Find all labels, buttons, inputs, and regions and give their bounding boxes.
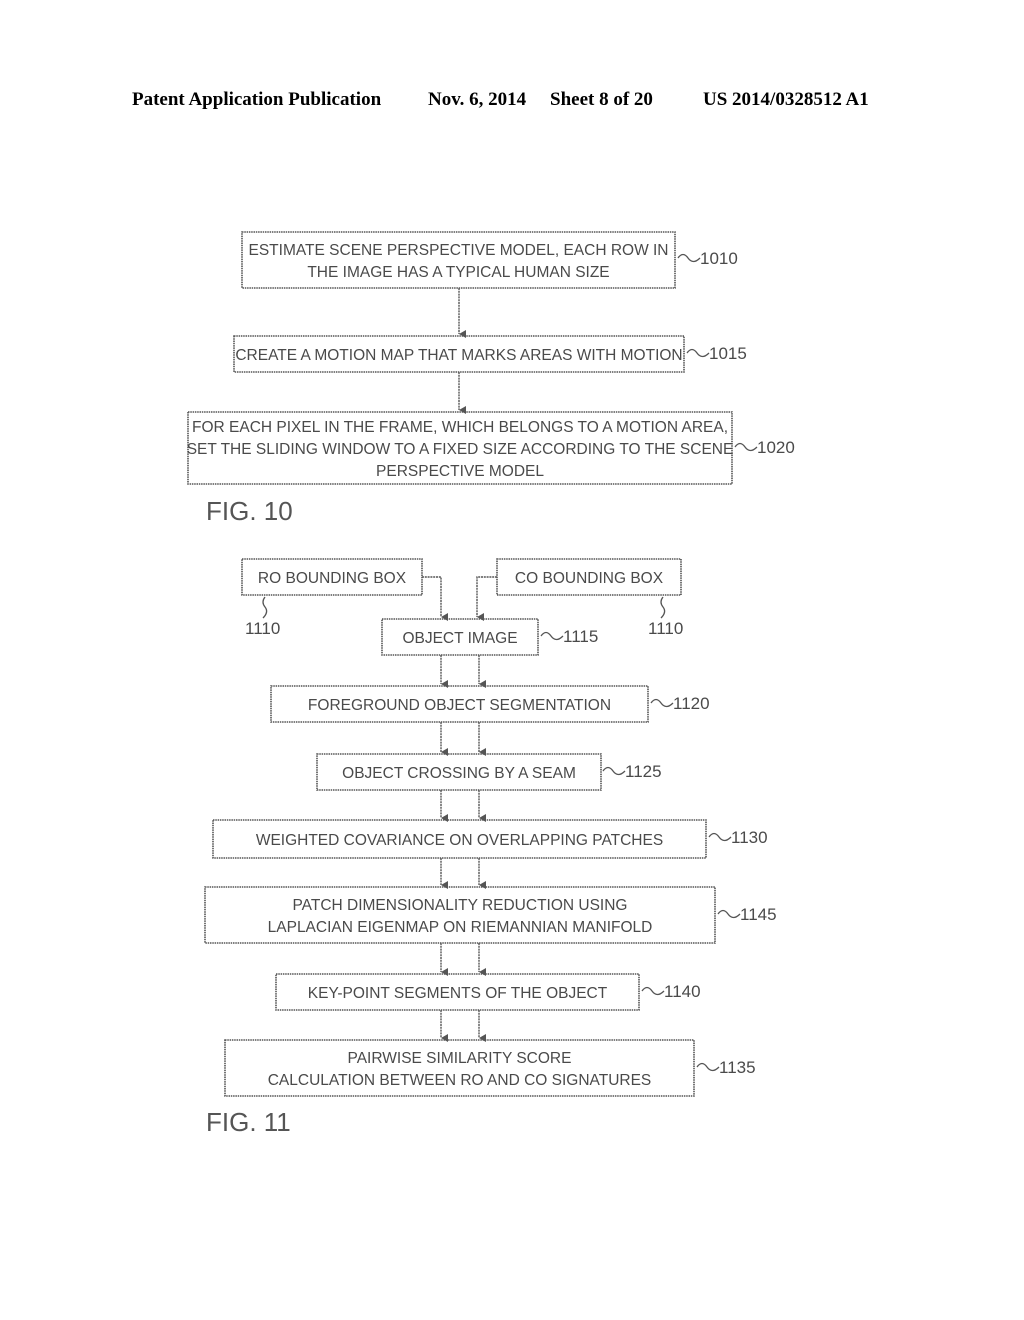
- box-text-line: PATCH DIMENSIONALITY REDUCTION USING: [292, 897, 627, 914]
- box-text-line: SET THE SLIDING WINDOW TO A FIXED SIZE A…: [187, 441, 734, 458]
- fig-10-flowchart: ESTIMATE SCENE PERSPECTIVE MODEL, EACH R…: [187, 231, 795, 485]
- reference-numeral: 1010: [700, 249, 738, 268]
- step-1145: PATCH DIMENSIONALITY REDUCTION USING LAPL…: [204, 886, 777, 944]
- fig-11-flowchart: RO BOUNDING BOX 1110 CO BOUNDING BOX 1110 OB…: [204, 558, 777, 1097]
- leader-tilde-icon: [641, 986, 665, 996]
- fig-10-label: FIG. 10: [206, 496, 293, 526]
- reference-numeral: 1130: [731, 828, 768, 847]
- step-1125: OBJECT CROSSING BY A SEAM 1125: [316, 753, 662, 791]
- box-text-line: PAIRWISE SIMILARITY SCORE: [348, 1050, 572, 1067]
- step-1130: WEIGHTED COVARIANCE ON OVERLAPPING PATCH…: [212, 819, 768, 859]
- reference-numeral: 1145: [740, 905, 777, 924]
- step-1010: ESTIMATE SCENE PERSPECTIVE MODEL, EACH R…: [241, 231, 738, 289]
- flow-arrow: [476, 576, 497, 621]
- leader-tilde-icon: [708, 832, 732, 842]
- box-text-line: WEIGHTED COVARIANCE ON OVERLAPPING PATCH…: [256, 832, 663, 849]
- box-text-line: OBJECT IMAGE: [402, 630, 517, 647]
- leader-tilde-icon: [734, 442, 758, 452]
- flow-arrow: [422, 576, 448, 621]
- step-1115: OBJECT IMAGE 1115: [381, 618, 598, 656]
- step-1140: KEY-POINT SEGMENTS OF THE OBJECT 1140: [275, 973, 701, 1011]
- box-text-line: LAPLACIAN EIGENMAP ON RIEMANNIAN MANIFOL…: [268, 919, 653, 936]
- box-text-line: RO BOUNDING BOX: [258, 570, 407, 587]
- reference-numeral: 1020: [757, 438, 795, 457]
- step-1015: CREATE A MOTION MAP THAT MARKS AREAS WIT…: [233, 335, 747, 373]
- leader-tilde-icon: [677, 253, 701, 263]
- leader-tilde-icon: [650, 698, 674, 708]
- step-1120: FOREGROUND OBJECT SEGMENTATION 1120: [270, 685, 710, 723]
- reference-numeral: 1135: [719, 1058, 756, 1077]
- box-text-line: CO BOUNDING BOX: [515, 570, 664, 587]
- box-text-line: KEY-POINT SEGMENTS OF THE OBJECT: [308, 985, 608, 1002]
- box-text-line: FOR EACH PIXEL IN THE FRAME, WHICH BELON…: [192, 419, 728, 436]
- box-text-line: OBJECT CROSSING BY A SEAM: [342, 765, 576, 782]
- box-text-line: ESTIMATE SCENE PERSPECTIVE MODEL, EACH R…: [249, 242, 669, 259]
- reference-numeral: 1120: [673, 694, 710, 713]
- box-text-line: THE IMAGE HAS A TYPICAL HUMAN SIZE: [307, 264, 609, 281]
- flowchart-canvas: ESTIMATE SCENE PERSPECTIVE MODEL, EACH R…: [187, 231, 795, 1137]
- reference-numeral: 1110: [245, 619, 280, 638]
- reference-numeral: 1110: [648, 619, 683, 638]
- reference-numeral: 1015: [709, 344, 747, 363]
- leader-tilde-icon: [540, 631, 564, 641]
- step-1135: PAIRWISE SIMILARITY SCORE CALCULATION BET…: [224, 1039, 756, 1097]
- leader-tilde-icon: [686, 348, 710, 358]
- leader-tilde-icon: [696, 1062, 720, 1072]
- box-text-line: PERSPECTIVE MODEL: [376, 463, 544, 480]
- reference-numeral: 1140: [664, 982, 701, 1001]
- leader-tilde-icon: [660, 596, 666, 619]
- box-text-line: CREATE A MOTION MAP THAT MARKS AREAS WIT…: [235, 347, 682, 364]
- box-text-line: CALCULATION BETWEEN RO AND CO SIGNATURES: [268, 1072, 652, 1089]
- step-1020: FOR EACH PIXEL IN THE FRAME, WHICH BELON…: [187, 411, 795, 485]
- leader-tilde-icon: [262, 596, 268, 619]
- reference-numeral: 1115: [563, 627, 598, 646]
- fig-11-label: FIG. 11: [206, 1107, 291, 1137]
- leader-tilde-icon: [602, 766, 626, 776]
- reference-numeral: 1125: [625, 762, 662, 781]
- box-text-line: FOREGROUND OBJECT SEGMENTATION: [308, 697, 611, 714]
- leader-tilde-icon: [717, 909, 741, 919]
